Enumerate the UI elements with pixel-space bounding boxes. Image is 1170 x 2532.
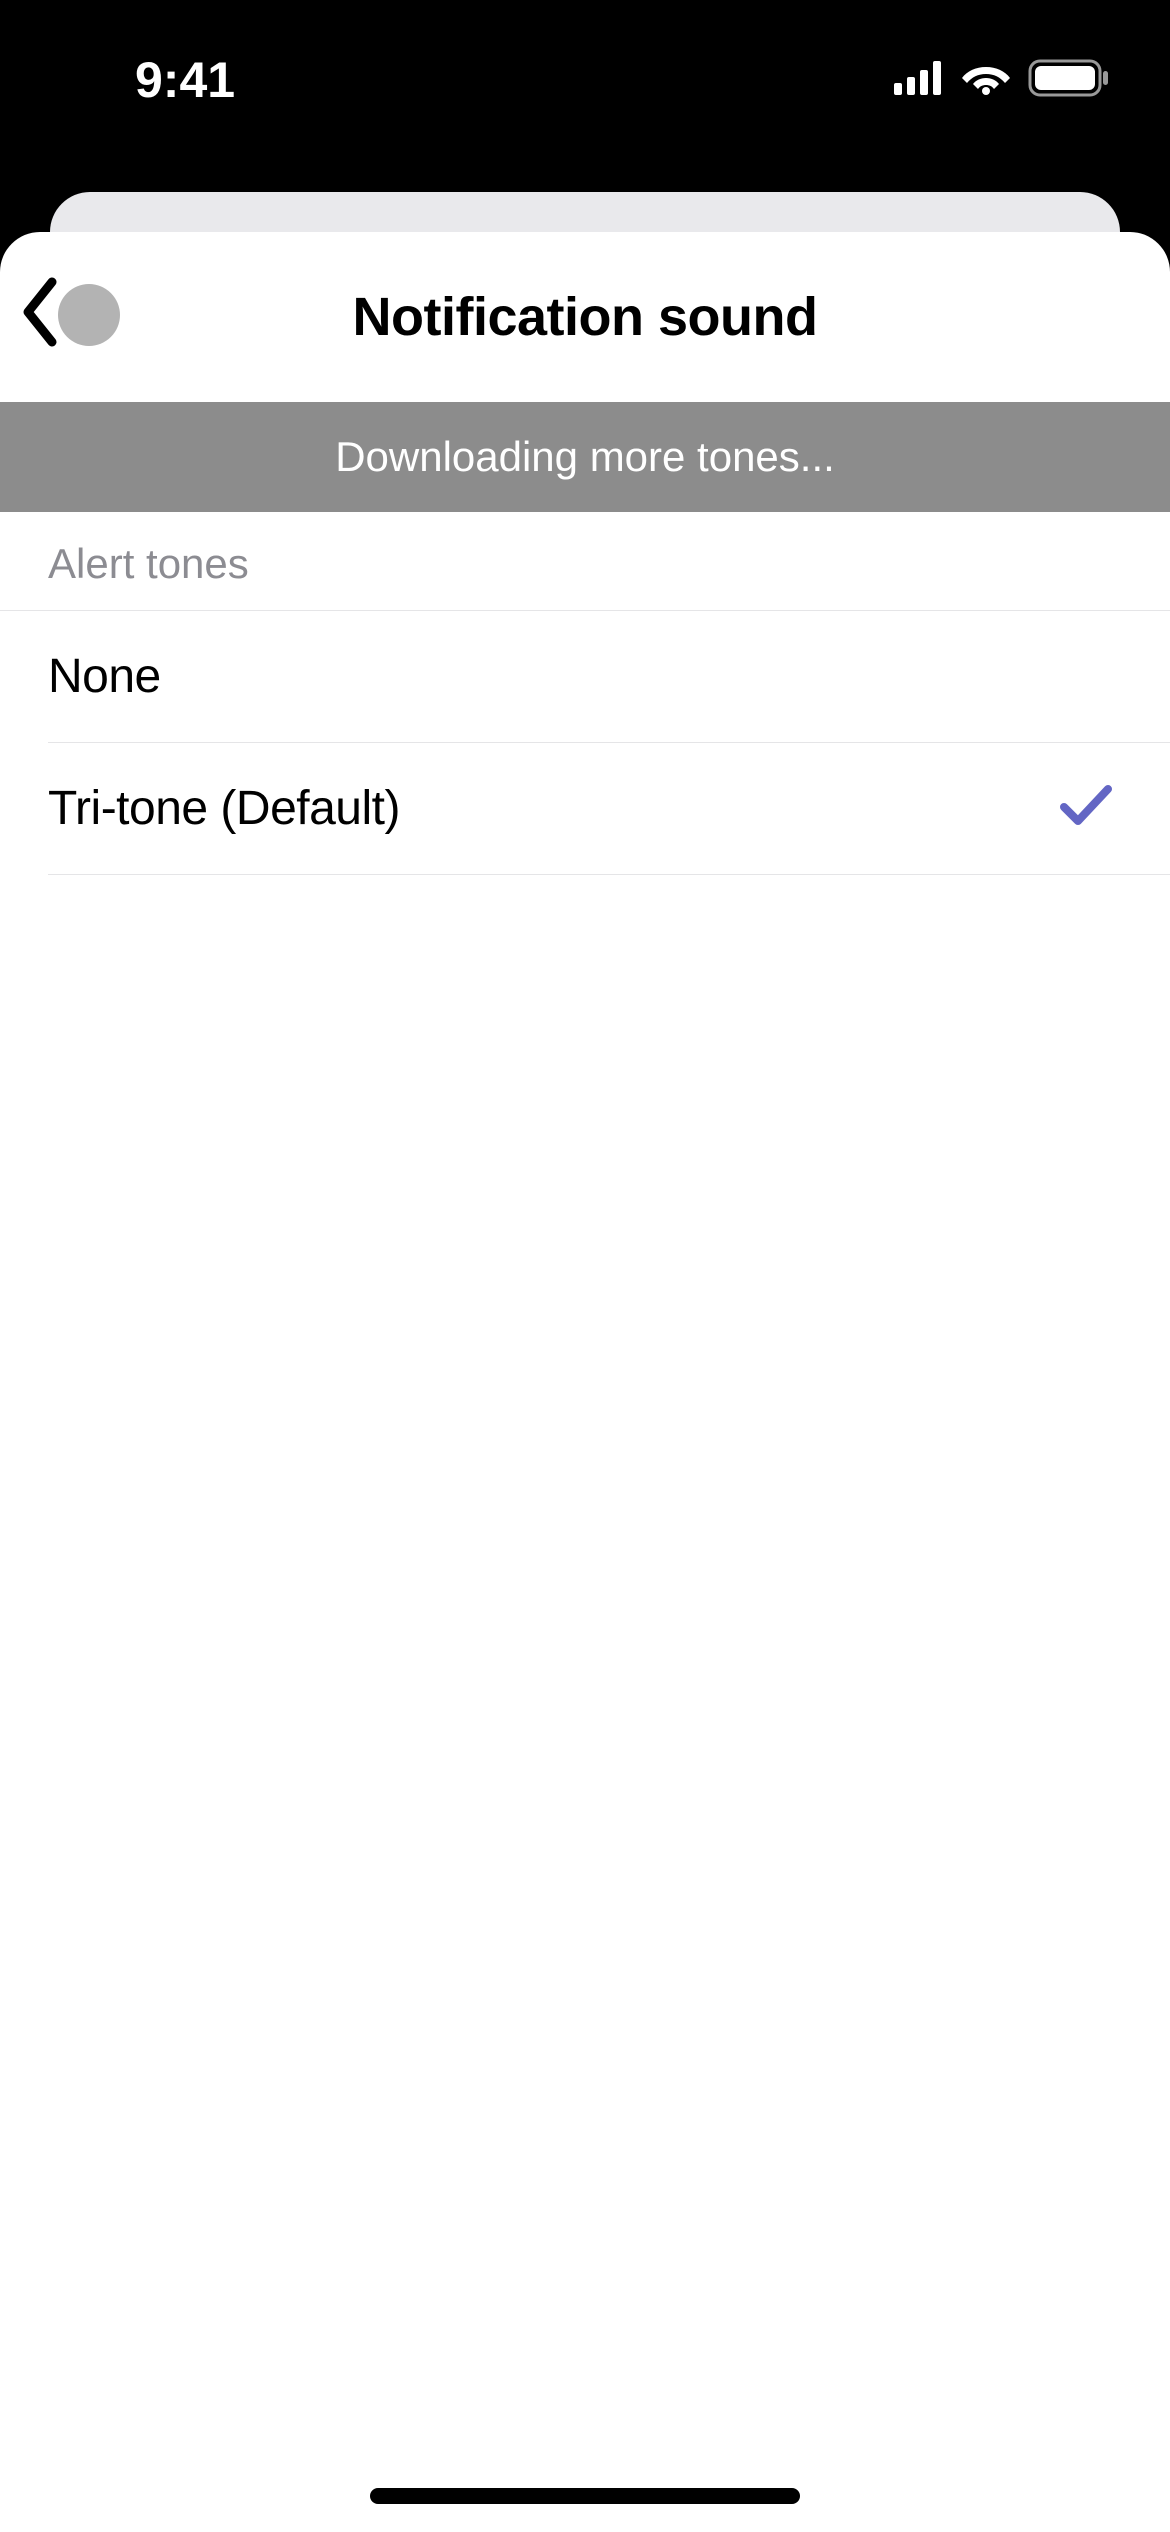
- modal-sheet: Notification sound Downloading more tone…: [0, 232, 1170, 2532]
- avatar-placeholder: [58, 284, 120, 346]
- chevron-left-icon: [20, 277, 60, 352]
- tone-label: Tri-tone (Default): [48, 781, 400, 836]
- status-bar: 9:41: [0, 0, 1170, 140]
- tone-label: None: [48, 649, 161, 704]
- cellular-icon: [894, 61, 944, 100]
- home-indicator[interactable]: [370, 2488, 800, 2504]
- status-time: 9:41: [135, 51, 235, 109]
- downloading-banner: Downloading more tones...: [0, 402, 1170, 512]
- banner-text: Downloading more tones...: [335, 433, 835, 481]
- tone-option-none[interactable]: None: [48, 611, 1170, 743]
- checkmark-icon: [1060, 785, 1112, 832]
- section-header: Alert tones: [0, 512, 1170, 611]
- wifi-icon: [962, 61, 1010, 100]
- page-title: Notification sound: [353, 286, 818, 348]
- nav-header: Notification sound: [0, 232, 1170, 402]
- back-button[interactable]: [20, 277, 120, 352]
- tone-option-tritone[interactable]: Tri-tone (Default): [48, 743, 1170, 875]
- status-icons: [894, 59, 1110, 102]
- battery-icon: [1028, 59, 1110, 102]
